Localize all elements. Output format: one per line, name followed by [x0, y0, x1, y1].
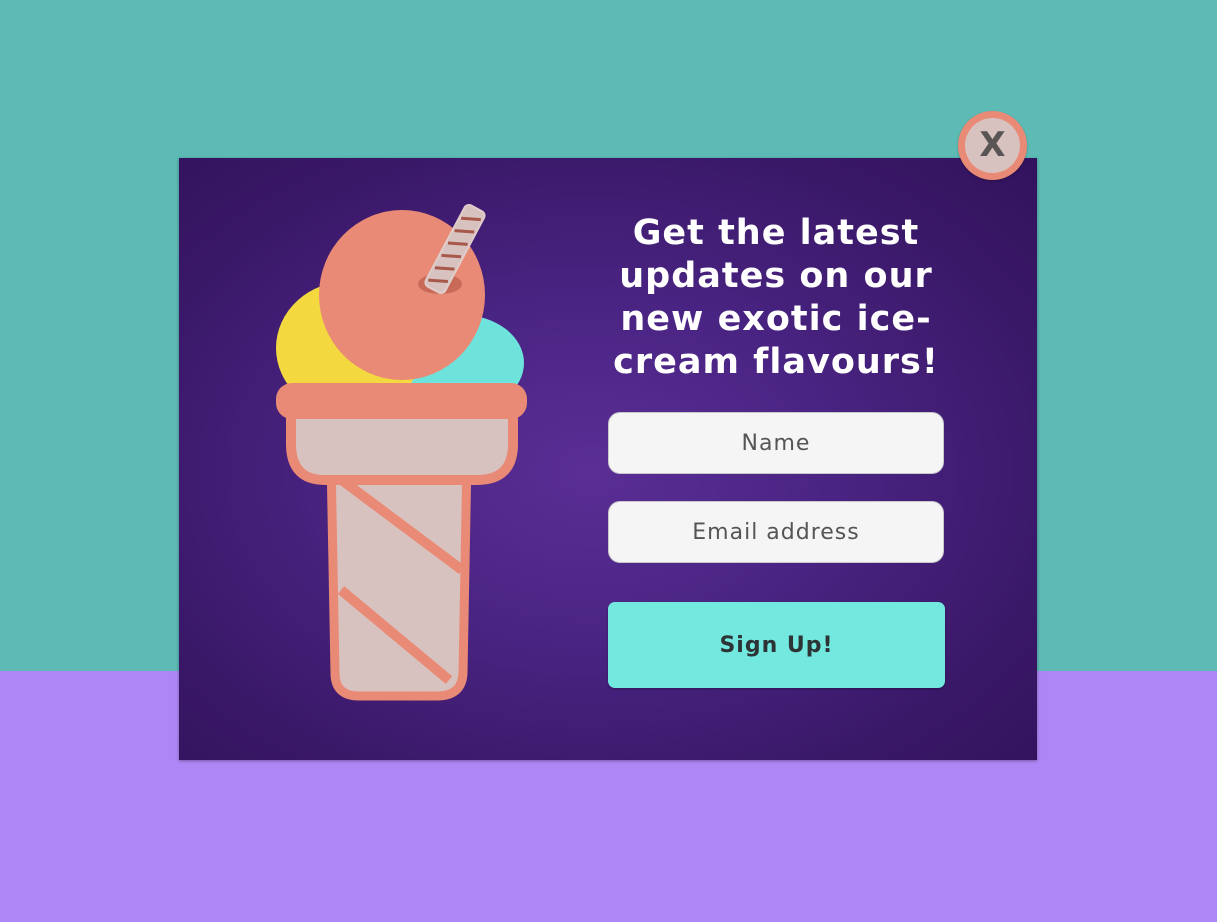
- cone-body: [326, 453, 472, 701]
- close-button[interactable]: X: [958, 111, 1027, 180]
- headline: Get the latest updates on our new exotic…: [613, 213, 939, 382]
- cone-cup: [286, 407, 518, 485]
- email-input[interactable]: [608, 501, 944, 563]
- signup-modal: Get the latest updates on our new exotic…: [179, 158, 1037, 760]
- name-input[interactable]: [608, 412, 944, 474]
- sign-up-button[interactable]: Sign Up!: [608, 602, 945, 688]
- cone-rim: [276, 383, 527, 419]
- ice-cream-cone-icon: [276, 203, 527, 701]
- close-icon: X: [965, 118, 1020, 173]
